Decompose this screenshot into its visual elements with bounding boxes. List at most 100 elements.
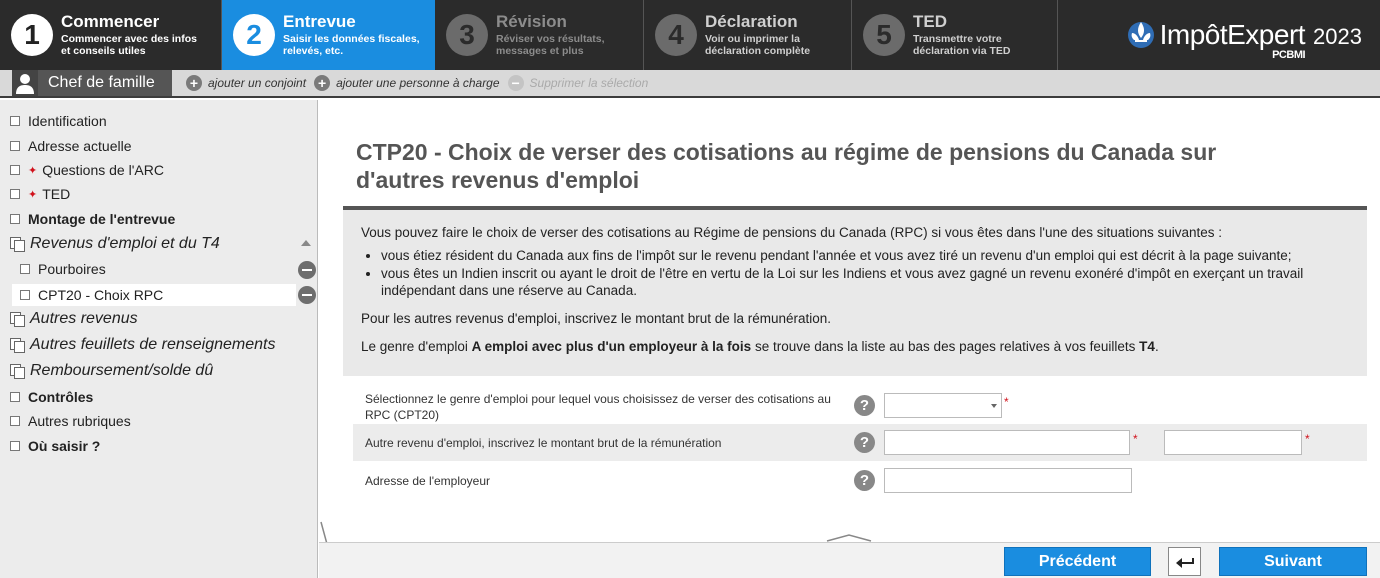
field-label: Autre revenu d'emploi, inscrivez le mont…	[365, 436, 722, 450]
step-number: 2	[233, 14, 275, 56]
info-para: Pour les autres revenus d'emploi, inscri…	[361, 311, 832, 326]
delete-selection-button[interactable]: − Supprimer la sélection	[507, 70, 648, 96]
checkbox-icon	[10, 165, 20, 175]
main-content: CTP20 - Choix de verser des cotisations …	[319, 100, 1380, 542]
checkbox-icon	[10, 214, 20, 224]
step-commencer[interactable]: 1 Commencer Commencer avec des infos et c…	[0, 0, 222, 70]
sidebar-section-other-slips[interactable]: Autres feuillets de renseignements	[10, 334, 275, 356]
checkbox-icon	[10, 116, 20, 126]
field-label: Adresse de l'employeur	[365, 474, 491, 488]
step-number: 5	[863, 14, 905, 56]
collapse-arrow-icon[interactable]	[301, 240, 311, 246]
sidebar-item-controls[interactable]: Contrôles	[10, 386, 93, 408]
pages-icon	[10, 312, 25, 327]
chevron-down-icon	[991, 404, 997, 408]
person-bar: Chef de famille + ajouter un conjoint + …	[0, 70, 1380, 98]
remove-cpt20-icon[interactable]	[298, 286, 316, 304]
checkbox-icon	[10, 141, 20, 151]
step-subtitle: Réviser vos résultats, messages et plus	[496, 33, 605, 57]
step-revision[interactable]: 3 Révision Réviser vos résultats, message…	[435, 0, 644, 70]
add-dependent-button[interactable]: + ajouter une personne à charge	[314, 70, 500, 96]
checkbox-icon	[10, 441, 20, 451]
back-arrow-button[interactable]	[1168, 547, 1201, 576]
sidebar-item-interview-setup[interactable]: Montage de l'entrevue	[10, 208, 175, 230]
required-marker: *	[1133, 432, 1138, 446]
info-bullet: vous étiez résident du Canada aux fins d…	[381, 247, 1349, 264]
step-title: TED	[913, 12, 947, 31]
field-label: Sélectionnez le genre d'emploi pour lequ…	[365, 392, 831, 422]
person-icon	[12, 70, 38, 96]
help-icon[interactable]: ?	[854, 432, 875, 453]
employment-type-select[interactable]	[884, 393, 1002, 418]
required-marker: *	[1305, 432, 1310, 446]
remove-tips-icon[interactable]	[298, 261, 316, 279]
collapse-up-icon[interactable]	[825, 530, 873, 542]
maple-leaf-icon: ✦	[28, 188, 38, 201]
brand-name: ImpôtExpert	[1159, 19, 1306, 50]
sidebar-item-other-topics[interactable]: Autres rubriques	[10, 410, 131, 432]
plus-icon: +	[314, 75, 331, 91]
step-title: Déclaration	[705, 12, 798, 31]
fleur-de-lis-logo-icon	[1126, 16, 1156, 54]
required-marker: *	[1004, 395, 1009, 409]
other-income-amount-input[interactable]	[884, 430, 1130, 455]
sidebar-item-cpt20[interactable]: CPT20 - Choix RPC	[20, 284, 163, 306]
pages-icon	[10, 338, 25, 353]
next-button[interactable]: Suivant	[1219, 547, 1367, 576]
help-icon[interactable]: ?	[854, 470, 875, 491]
checkbox-icon	[10, 416, 20, 426]
info-bullets: vous étiez résident du Canada aux fins d…	[381, 247, 1349, 299]
pages-icon	[10, 237, 25, 252]
person-tab-label: Chef de famille	[48, 74, 155, 91]
back-arrow-icon	[1175, 557, 1194, 568]
plus-icon: +	[186, 75, 202, 91]
sidebar-section-employment-income[interactable]: Revenus d'emploi et du T4	[10, 233, 220, 255]
info-box: Vous pouvez faire le choix de verser des…	[343, 206, 1367, 376]
brand-logo: ImpôtExpert PCBMI 2023	[1058, 0, 1380, 70]
sidebar-item-identification[interactable]: Identification	[10, 110, 107, 132]
other-income-second-input[interactable]	[1164, 430, 1302, 455]
sidebar-item-tips[interactable]: Pourboires	[20, 258, 106, 280]
form-row-employment-type: Sélectionnez le genre d'emploi pour lequ…	[353, 387, 1367, 424]
checkbox-icon	[10, 189, 20, 199]
step-subtitle: Saisir les données fiscales, relevés, etc…	[283, 33, 420, 57]
step-ted[interactable]: 5 TED Transmettre votre déclaration via T…	[852, 0, 1058, 70]
info-bullet: vous êtes un Indien inscrit ou ayant le …	[381, 265, 1349, 299]
step-entrevue[interactable]: 2 Entrevue Saisir les données fiscales, r…	[222, 0, 435, 70]
step-number: 3	[446, 14, 488, 56]
step-title: Révision	[496, 12, 567, 31]
sidebar-item-where-to-enter[interactable]: Où saisir ?	[10, 435, 100, 457]
add-spouse-button[interactable]: + ajouter un conjoint	[186, 70, 306, 96]
bottom-nav-bar: Précédent Suivant	[319, 542, 1380, 578]
maple-leaf-icon: ✦	[28, 164, 38, 177]
employer-address-input[interactable]	[884, 468, 1132, 493]
step-subtitle: Commencer avec des infos et conseils util…	[61, 33, 197, 57]
checkbox-icon	[10, 392, 20, 402]
page-title: CTP20 - Choix de verser des cotisations …	[356, 139, 1217, 193]
step-declaration[interactable]: 4 Déclaration Voir ou imprimer la déclara…	[644, 0, 852, 70]
brand-sub: PCBMI	[1272, 49, 1306, 61]
sidebar-item-arc-questions[interactable]: ✦ Questions de l'ARC	[10, 159, 164, 181]
info-intro: Vous pouvez faire le choix de verser des…	[361, 225, 1223, 240]
sidebar-item-current-address[interactable]: Adresse actuelle	[10, 135, 132, 157]
help-icon[interactable]: ?	[854, 395, 875, 416]
person-tab-head-of-family[interactable]: Chef de famille	[12, 70, 172, 96]
sidebar-section-refund-balance[interactable]: Remboursement/solde dû	[10, 360, 213, 382]
form-row-other-income: Autre revenu d'emploi, inscrivez le mont…	[353, 424, 1367, 461]
info-para: Le genre d'emploi A emploi avec plus d'u…	[361, 339, 1159, 354]
step-title: Commencer	[61, 12, 160, 31]
step-number: 4	[655, 14, 697, 56]
steps-bar: 1 Commencer Commencer avec des infos et c…	[0, 0, 1380, 70]
sidebar: Identification Adresse actuelle ✦ Questi…	[0, 100, 318, 578]
step-subtitle: Transmettre votre déclaration via TED	[913, 33, 1011, 57]
step-number: 1	[11, 14, 53, 56]
step-title: Entrevue	[283, 12, 356, 31]
checkbox-icon	[20, 290, 30, 300]
pages-icon	[10, 364, 25, 379]
brand-year: 2023	[1313, 24, 1362, 49]
sidebar-item-ted[interactable]: ✦ TED	[10, 183, 70, 205]
step-subtitle: Voir ou imprimer la déclaration complète	[705, 33, 811, 57]
previous-button[interactable]: Précédent	[1004, 547, 1151, 576]
sidebar-section-other-income[interactable]: Autres revenus	[10, 308, 138, 330]
form-row-employer-address: Adresse de l'employeur ?	[353, 462, 1367, 499]
